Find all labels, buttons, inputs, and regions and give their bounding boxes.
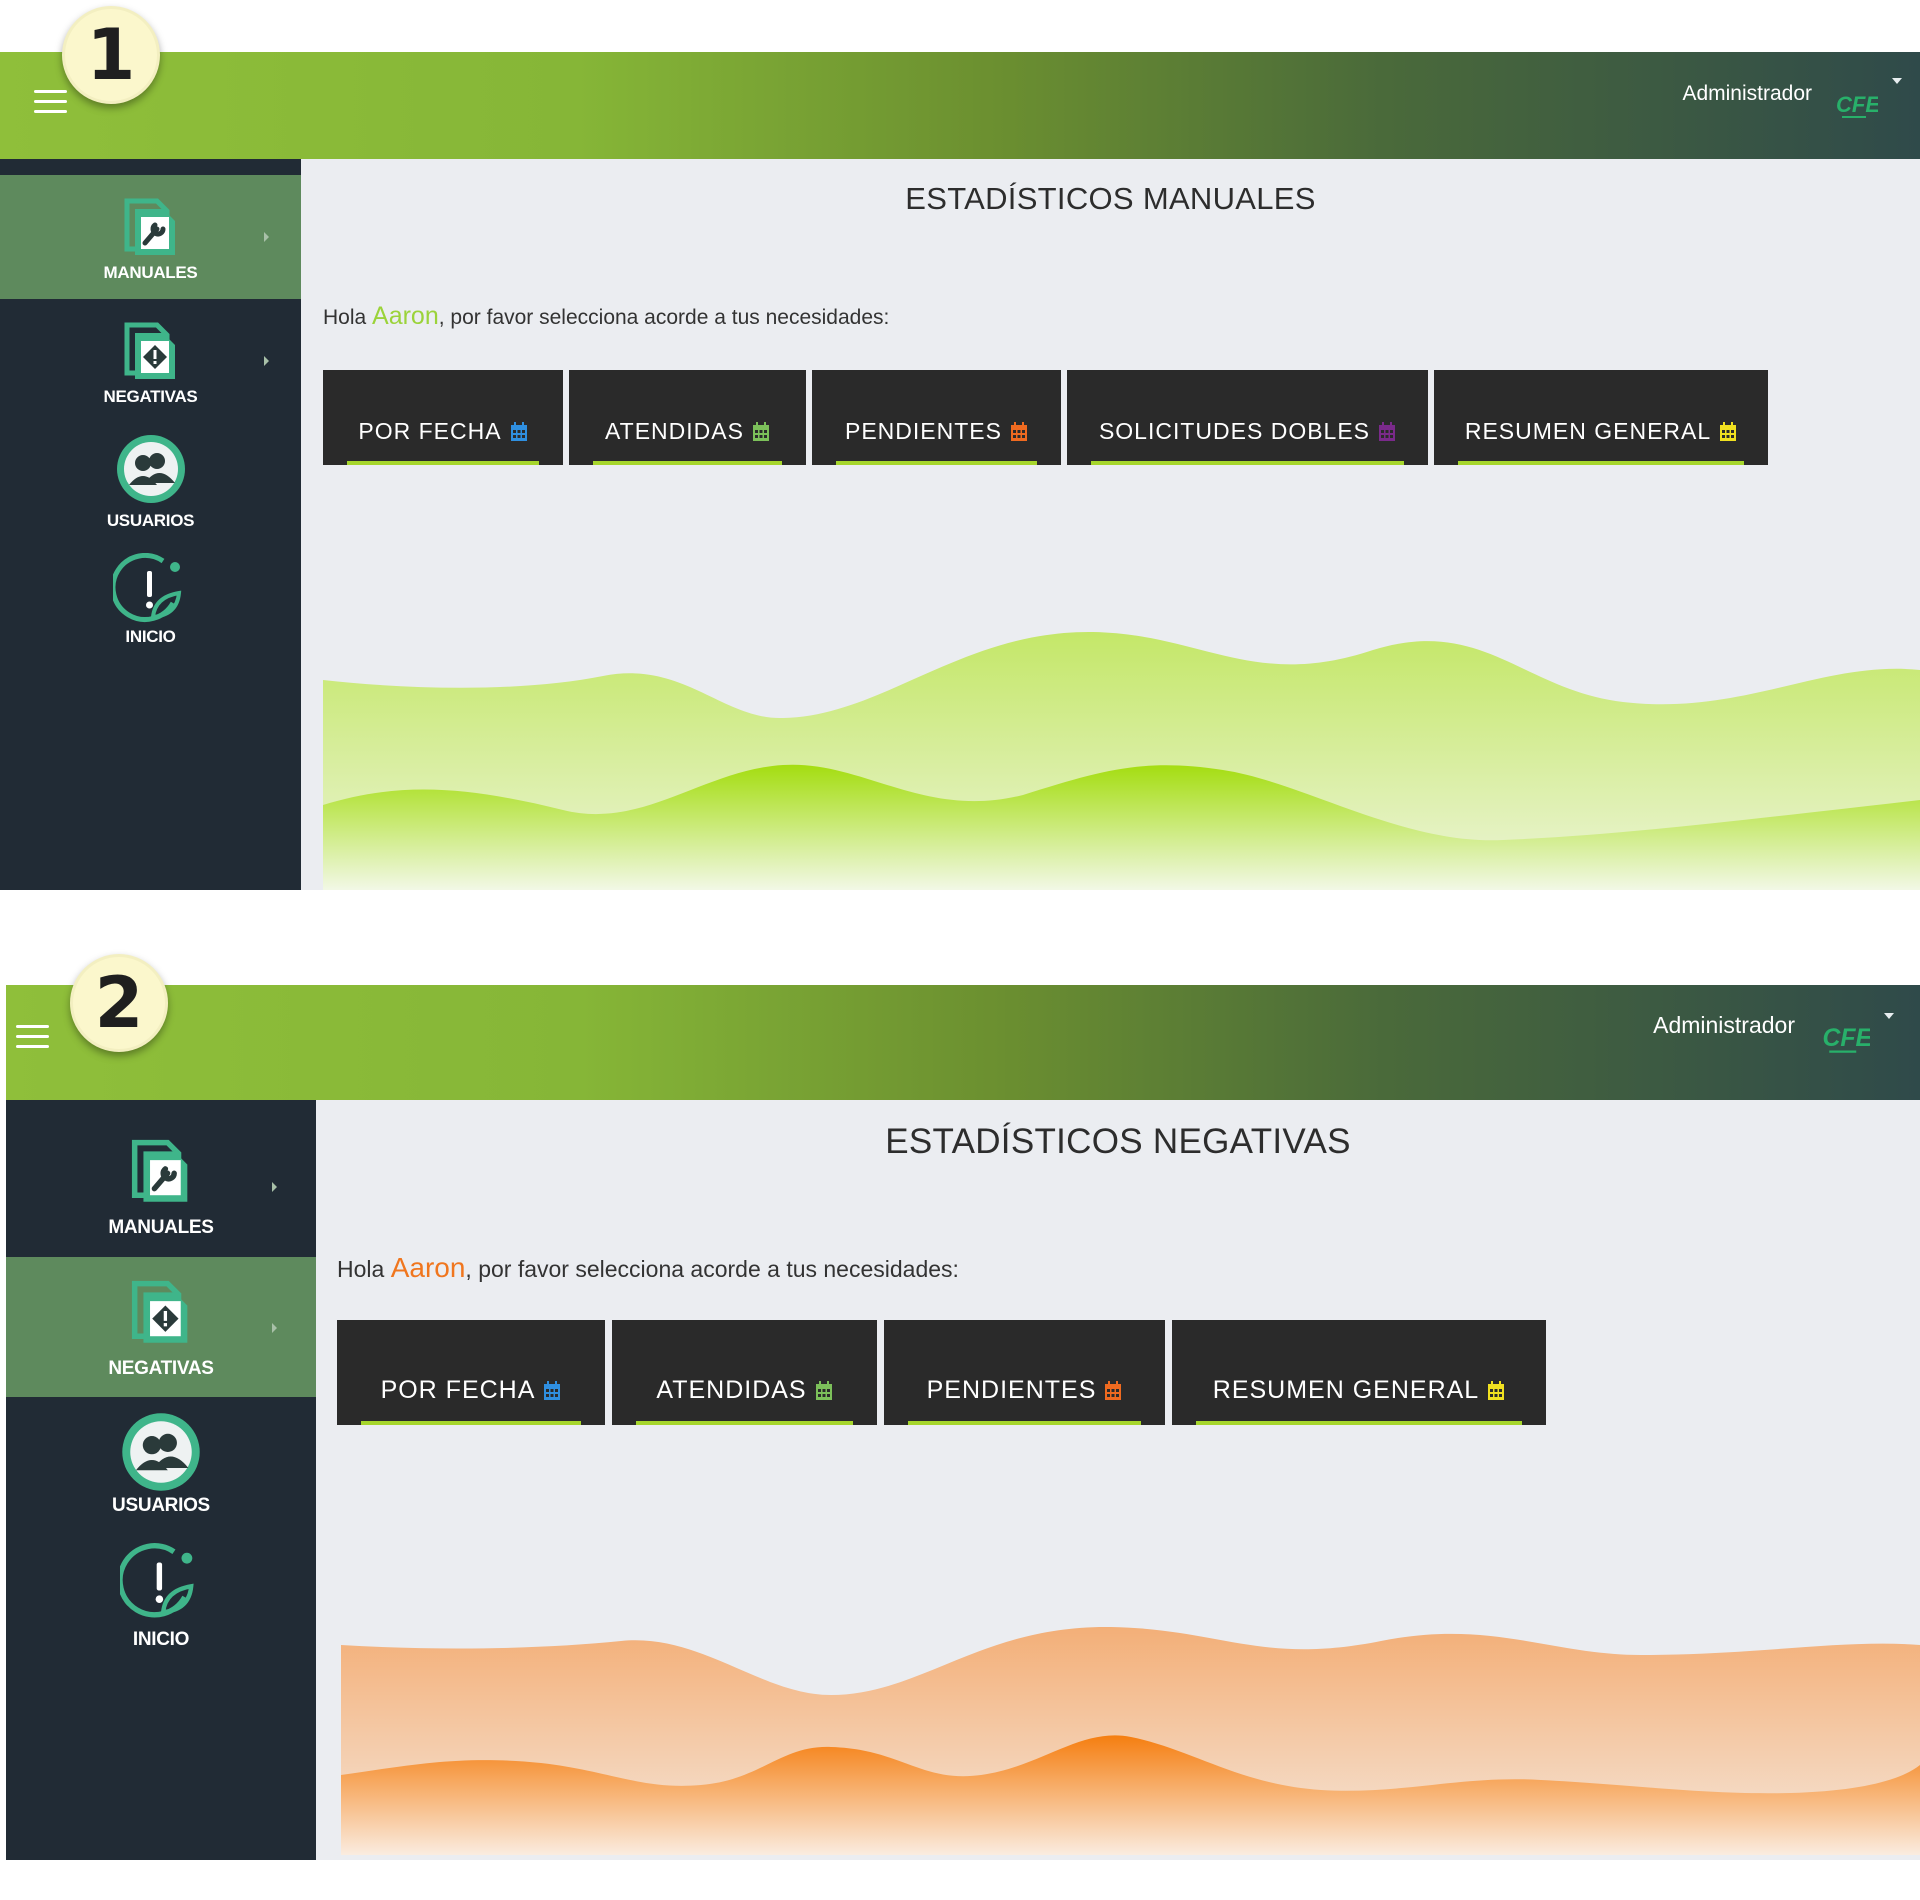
chevron-right-icon bbox=[272, 1182, 277, 1192]
tab-resumen-general[interactable]: RESUMEN GENERAL bbox=[1434, 370, 1768, 465]
greeting-text: Hola Aaron, por favor selecciona acorde … bbox=[337, 1252, 959, 1284]
tab-underline bbox=[1196, 1421, 1522, 1425]
calendar-icon bbox=[752, 421, 769, 441]
greeting-prefix: Hola bbox=[323, 306, 373, 329]
tab-pendientes[interactable]: PENDIENTES bbox=[884, 1320, 1165, 1425]
tab-underline bbox=[836, 461, 1037, 465]
user-name: Aaron bbox=[390, 1252, 466, 1283]
tab-pendientes[interactable]: PENDIENTES bbox=[812, 370, 1061, 465]
dropdown-caret-icon[interactable] bbox=[1884, 1013, 1894, 1019]
tab-underline bbox=[1458, 461, 1744, 465]
greeting-suffix: , por favor selecciona acorde a tus nece… bbox=[438, 306, 890, 329]
sidebar: MANUALES NEGATIVAS USUARIOS INICIO bbox=[6, 1100, 316, 1860]
calendar-icon bbox=[1488, 1380, 1505, 1400]
leaf-alert-icon bbox=[120, 1543, 194, 1618]
tab-label: PENDIENTES bbox=[926, 1376, 1097, 1404]
tab-por-fecha[interactable]: POR FECHA bbox=[337, 1320, 605, 1425]
users-icon bbox=[116, 435, 185, 503]
svg-text:CFE: CFE bbox=[1836, 92, 1878, 117]
chevron-right-icon bbox=[272, 1323, 277, 1333]
calendar-icon bbox=[1379, 421, 1396, 441]
hamburger-menu-icon[interactable] bbox=[34, 90, 67, 114]
calendar-icon bbox=[1010, 421, 1027, 441]
tab-label: RESUMEN GENERAL bbox=[1464, 418, 1712, 444]
sidebar-item-label: NEGATIVAS bbox=[108, 1358, 214, 1379]
sidebar-item-label: USUARIOS bbox=[112, 1495, 210, 1516]
tab-label: RESUMEN GENERAL bbox=[1212, 1376, 1480, 1404]
step-badge: 1 bbox=[62, 6, 160, 104]
sidebar-item-usuarios[interactable]: USUARIOS bbox=[6, 1397, 316, 1533]
sidebar: MANUALES NEGATIVAS USUARIOS INICIO bbox=[0, 159, 301, 890]
stats-tabs: POR FECHA ATENDIDAS PENDIENTES SOLICITUD… bbox=[323, 370, 1768, 465]
chevron-right-icon bbox=[264, 232, 269, 242]
warning-document-icon bbox=[131, 1280, 188, 1343]
calendar-icon bbox=[815, 1380, 832, 1400]
sidebar-item-manuales[interactable]: MANUALES bbox=[0, 175, 301, 299]
top-navbar: Administrador CFE bbox=[0, 52, 1920, 159]
sidebar-item-label: INICIO bbox=[132, 1629, 190, 1650]
step-badge: 2 bbox=[70, 954, 168, 1052]
tab-underline bbox=[593, 461, 782, 465]
sidebar-item-label: USUARIOS bbox=[106, 511, 195, 530]
wrench-document-icon bbox=[124, 198, 175, 255]
sidebar-item-label: MANUALES bbox=[103, 263, 198, 282]
sidebar-item-label: MANUALES bbox=[108, 1217, 214, 1238]
main-content: ESTADÍSTICOS MANUALES Hola Aaron, por fa… bbox=[301, 159, 1920, 890]
tab-underline bbox=[1091, 461, 1404, 465]
admin-user-menu[interactable]: Administrador bbox=[1653, 1012, 1795, 1039]
sidebar-item-negativas[interactable]: NEGATIVAS bbox=[0, 299, 301, 423]
sidebar-item-usuarios[interactable]: USUARIOS bbox=[0, 423, 301, 543]
calendar-icon bbox=[1105, 1380, 1122, 1400]
decorative-waves bbox=[323, 631, 1920, 890]
tab-atendidas[interactable]: ATENDIDAS bbox=[612, 1320, 877, 1425]
chevron-right-icon bbox=[264, 356, 269, 366]
user-name: Aaron bbox=[372, 302, 439, 330]
admin-user-menu[interactable]: Administrador bbox=[1682, 82, 1812, 106]
page-title: ESTADÍSTICOS NEGATIVAS bbox=[885, 1122, 1351, 1161]
calendar-icon bbox=[1720, 421, 1737, 441]
top-navbar: Administrador CFE bbox=[6, 985, 1920, 1100]
dropdown-caret-icon[interactable] bbox=[1892, 78, 1902, 84]
tab-underline bbox=[636, 1421, 853, 1425]
screenshot-negativas: 2 Administrador CFE MANUALES NEGATIVAS U… bbox=[6, 950, 1920, 1860]
tab-underline bbox=[361, 1421, 581, 1425]
tab-underline bbox=[347, 461, 539, 465]
tab-label: ATENDIDAS bbox=[656, 1376, 807, 1404]
cfe-logo: CFE bbox=[1836, 92, 1878, 118]
hamburger-menu-icon[interactable] bbox=[16, 1025, 49, 1049]
tab-resumen-general[interactable]: RESUMEN GENERAL bbox=[1172, 1320, 1546, 1425]
calendar-icon bbox=[544, 1380, 561, 1400]
tab-label: POR FECHA bbox=[358, 418, 502, 444]
warning-document-icon bbox=[124, 322, 175, 379]
sidebar-item-manuales[interactable]: MANUALES bbox=[6, 1100, 316, 1257]
tab-underline bbox=[908, 1421, 1141, 1425]
tab-label: POR FECHA bbox=[380, 1376, 536, 1404]
main-content: ESTADÍSTICOS NEGATIVAS Hola Aaron, por f… bbox=[316, 1100, 1920, 1860]
cfe-logo: CFE bbox=[1823, 1025, 1871, 1053]
greeting-text: Hola Aaron, por favor selecciona acorde … bbox=[323, 302, 889, 331]
sidebar-item-inicio[interactable]: INICIO bbox=[0, 543, 301, 663]
sidebar-item-negativas[interactable]: NEGATIVAS bbox=[6, 1257, 316, 1397]
tab-label: PENDIENTES bbox=[845, 418, 1002, 444]
sidebar-item-inicio[interactable]: INICIO bbox=[6, 1533, 316, 1669]
tab-label: ATENDIDAS bbox=[605, 418, 744, 444]
greeting-suffix: , por favor selecciona acorde a tus nece… bbox=[465, 1256, 959, 1282]
page-title: ESTADÍSTICOS MANUALES bbox=[905, 181, 1316, 216]
calendar-icon bbox=[510, 421, 527, 441]
svg-text:CFE: CFE bbox=[1823, 1025, 1871, 1052]
leaf-alert-icon bbox=[112, 553, 181, 622]
sidebar-item-label: INICIO bbox=[125, 627, 176, 646]
decorative-waves bbox=[341, 1626, 1920, 1855]
greeting-prefix: Hola bbox=[337, 1256, 391, 1282]
users-icon bbox=[122, 1413, 200, 1491]
tab-por-fecha[interactable]: POR FECHA bbox=[323, 370, 563, 465]
screenshot-manuales: 1 Administrador CFE MANUALES NEGATIVAS U… bbox=[0, 0, 1920, 890]
tab-solicitudes-dobles[interactable]: SOLICITUDES DOBLES bbox=[1067, 370, 1428, 465]
tab-atendidas[interactable]: ATENDIDAS bbox=[569, 370, 806, 465]
tab-label: SOLICITUDES DOBLES bbox=[1098, 418, 1371, 444]
stats-tabs: POR FECHA ATENDIDAS PENDIENTES RESUMEN G… bbox=[337, 1320, 1546, 1425]
sidebar-item-label: NEGATIVAS bbox=[103, 387, 198, 406]
wrench-document-icon bbox=[131, 1139, 188, 1202]
